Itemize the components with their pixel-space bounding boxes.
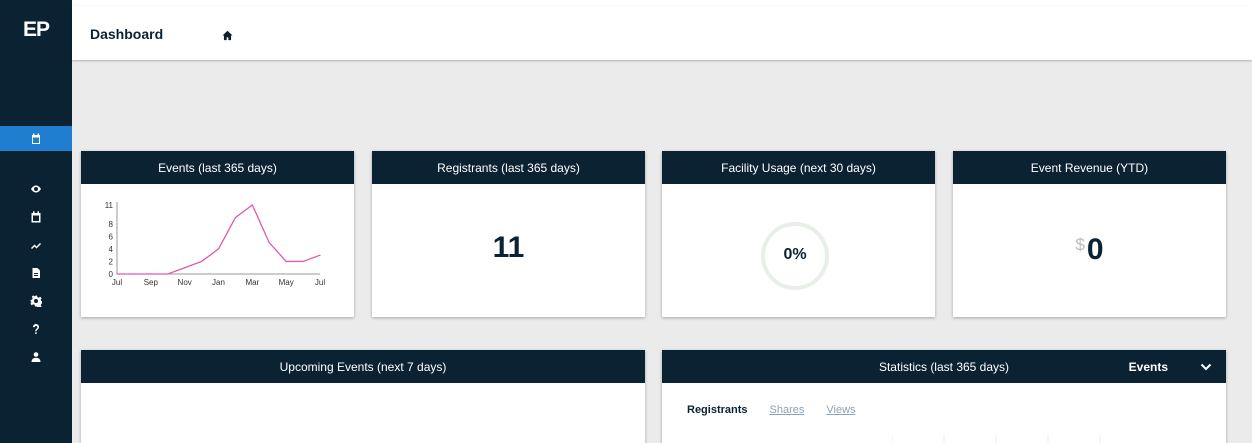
revenue-card-title: Event Revenue (YTD) [953,151,1226,184]
events-data-point [319,254,321,256]
user-icon [31,352,41,362]
tab-registrants[interactable]: Registrants [687,404,748,416]
events-card-title: Events (last 365 days) [81,151,354,184]
x-tick-label: Jul [315,278,325,287]
x-tick-label: Jan [212,278,225,287]
revenue-card: Event Revenue (YTD) $0 [953,151,1226,317]
events-line-chart: 0246811Jul Sep Nov Jan Mar May Jul [105,201,326,287]
events-data-point [200,260,203,263]
x-tick-label: Sep [144,278,159,287]
facility-card: Facility Usage (next 30 days) 0% [662,151,935,317]
y-tick-label: 8 [109,220,114,229]
chevron-glyph [1200,363,1212,371]
gear-icon [30,295,42,307]
calendar-icon [32,133,40,144]
y-tick-label: 4 [109,245,114,254]
page-title: Dashboard [90,26,164,42]
calendar-icon [31,211,41,223]
x-tick-label: Jul [112,278,122,287]
events-data-point [285,260,287,263]
app-logo[interactable]: EP [0,0,72,60]
registrants-card: Registrants (last 365 days) 11 [372,151,645,317]
home-icon[interactable] [222,30,233,41]
tab-shares[interactable]: Shares [770,404,805,416]
trend-icon [31,243,41,249]
sidebar-item-calendar[interactable] [0,204,72,230]
y-tick-label: 2 [109,257,114,266]
sidebar-item-reports[interactable] [0,260,72,286]
events-data-point [116,273,118,275]
statistics-tabs: Registrants Shares Views [687,404,856,416]
events-data-point [167,273,169,275]
facility-usage-gauge: 0% [760,221,830,291]
x-tick-label: May [279,278,294,287]
sidebar-item-view[interactable] [0,176,72,202]
registrants-card-title: Registrants (last 365 days) [372,151,645,184]
events-series-line [117,203,321,275]
revenue-display: $0 [953,233,1226,267]
sidebar: EP [0,0,72,443]
sidebar-item-profile[interactable] [0,344,72,370]
eye-icon [31,185,41,193]
statistics-card: Statistics (last 365 days) Events Regist… [662,350,1226,443]
sidebar-item-help[interactable] [0,316,72,342]
x-tick-label: Mar [245,278,259,287]
document-icon [32,268,40,278]
events-data-point [234,216,237,219]
upcoming-events-title: Upcoming Events (next 7 days) [81,350,645,383]
events-data-point [302,260,304,263]
statistics-title: Statistics (last 365 days) [878,359,1010,374]
events-data-point [217,248,220,250]
facility-card-title: Facility Usage (next 30 days) [662,151,935,184]
chevron-down-icon[interactable] [1200,361,1212,373]
events-data-point [184,267,186,269]
home-icon-glyph [222,30,233,41]
statistics-header: Statistics (last 365 days) Events [662,350,1226,383]
registrants-count: 11 [492,231,525,264]
upcoming-events-card: Upcoming Events (next 7 days) [81,350,645,443]
sidebar-item-settings[interactable] [0,288,72,314]
help-icon [33,324,39,334]
sidebar-item-trends[interactable] [0,232,72,258]
revenue-value: 0 [1086,233,1104,266]
x-tick-label: Nov [178,278,192,287]
currency-symbol: $ [1075,235,1085,254]
y-tick-label: 11 [105,201,114,210]
sidebar-item-events-active[interactable] [0,126,72,151]
statistics-chart-gridlines [892,435,1101,443]
y-tick-label: 6 [109,232,114,241]
events-data-point [150,273,152,275]
facility-usage-value: 0% [783,246,807,263]
events-data-point [251,204,253,206]
statistics-type-select[interactable]: Events [1129,360,1168,374]
tab-views[interactable]: Views [826,404,855,416]
events-card: Events (last 365 days) 0 2 4 6 8 11 Jul Sep Nov J… [81,151,354,317]
header-bar: Dashboard [72,6,1252,60]
events-data-point [268,242,270,244]
events-data-point [133,273,135,275]
